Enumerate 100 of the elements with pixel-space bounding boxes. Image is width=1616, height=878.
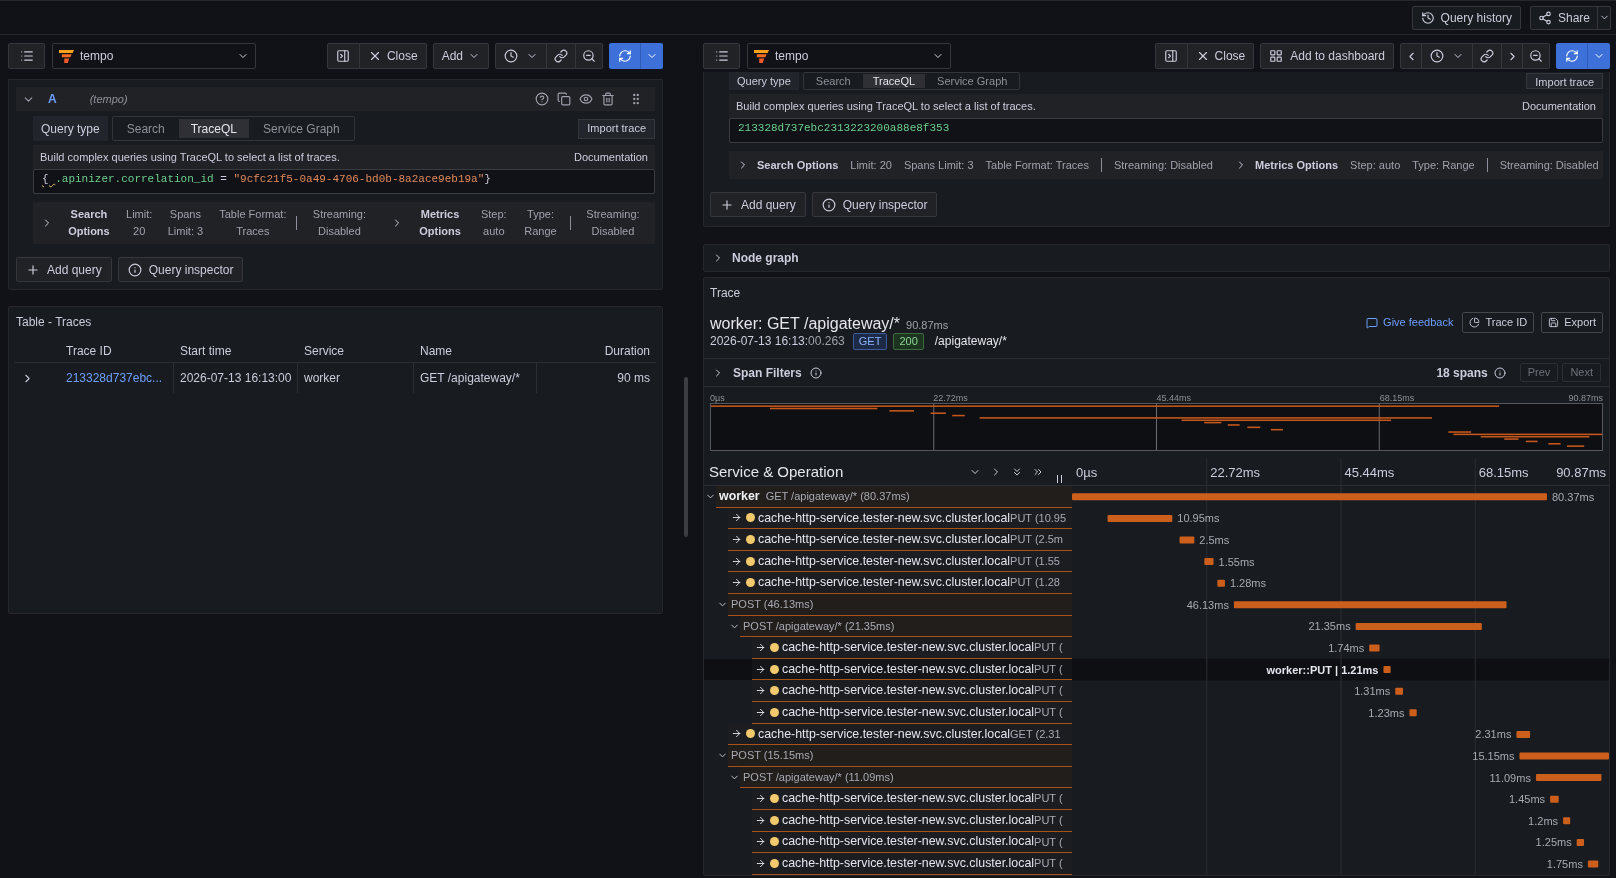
- span-name-cell[interactable]: cache-http-service.tester-new.svc.cluster.localPUT (1.55: [728, 550, 1072, 573]
- span-name-cell[interactable]: cache-http-service.tester-new.svc.cluster.localPUT (2.5m: [728, 529, 1072, 551]
- span-bar[interactable]: [1179, 536, 1195, 544]
- options-toggle[interactable]: Metrics Options: [411, 206, 469, 240]
- splitter-handle[interactable]: [683, 376, 688, 537]
- split-view-button[interactable]: [326, 43, 360, 69]
- span-bar[interactable]: [1217, 579, 1225, 587]
- span-bar[interactable]: [1563, 817, 1571, 825]
- span-name-cell[interactable]: cache-http-service.tester-new.svc.cluster.localPUT (1.28: [728, 572, 1072, 594]
- span-name-cell[interactable]: cache-http-service.tester-new.svc.cluster.localPUT (: [752, 831, 1072, 854]
- documentation-link[interactable]: Documentation: [1522, 97, 1596, 115]
- add-menu-button[interactable]: Add: [432, 43, 489, 69]
- double-chevron-down-icon[interactable]: [1011, 466, 1023, 478]
- column-header[interactable]: Duration: [537, 339, 656, 362]
- trash-icon[interactable]: [601, 92, 615, 106]
- zoom-out-button[interactable]: [575, 43, 603, 69]
- query-inspector-button[interactable]: Query inspector: [811, 192, 938, 217]
- query-type-tab[interactable]: Service Graph: [927, 74, 1018, 88]
- previous-button[interactable]: [1400, 43, 1422, 69]
- datasource-picker[interactable]: tempo: [52, 43, 256, 69]
- copy-icon[interactable]: [557, 92, 571, 106]
- run-options-button[interactable]: [1587, 43, 1610, 69]
- column-header[interactable]: Service: [298, 339, 414, 362]
- query-editor[interactable]: 213328d737ebc2313223200a88e8f353: [729, 118, 1603, 143]
- span-name-cell[interactable]: POST (46.13ms): [728, 593, 1072, 616]
- column-header[interactable]: Trace ID: [60, 339, 174, 362]
- span-bar[interactable]: [1409, 709, 1417, 717]
- eye-icon[interactable]: [579, 92, 593, 106]
- copy-link-button[interactable]: [1472, 43, 1502, 69]
- span-name-cell[interactable]: cache-http-service.tester-new.svc.cluster.localPUT (10.95: [728, 507, 1072, 530]
- close-button[interactable]: Close: [1186, 43, 1255, 69]
- give-feedback-link[interactable]: Give feedback: [1366, 314, 1454, 331]
- span-bar[interactable]: [1107, 514, 1173, 522]
- span-bar[interactable]: [1369, 644, 1380, 652]
- span-name-cell[interactable]: cache-http-service.tester-new.svc.cluster.localPUT (: [752, 788, 1072, 810]
- span-name-cell[interactable]: POST /apigateway/* (11.09ms): [740, 766, 1072, 789]
- time-picker-button[interactable]: [1421, 43, 1473, 69]
- span-bar[interactable]: [1516, 730, 1531, 738]
- menu-button[interactable]: [8, 43, 45, 69]
- span-bar[interactable]: [1355, 622, 1482, 630]
- span-name-cell[interactable]: POST (15.15ms): [728, 745, 1072, 767]
- time-picker-button[interactable]: [495, 43, 547, 69]
- import-trace-button[interactable]: Import trace: [578, 118, 655, 139]
- close-button[interactable]: Close: [358, 43, 427, 69]
- query-inspector-button[interactable]: Query inspector: [117, 257, 244, 282]
- import-trace-button[interactable]: Import trace: [1526, 73, 1603, 89]
- run-query-button[interactable]: [609, 43, 641, 69]
- documentation-link[interactable]: Documentation: [574, 148, 648, 166]
- menu-button[interactable]: [703, 43, 740, 69]
- datasource-picker[interactable]: tempo: [747, 43, 951, 69]
- span-bar[interactable]: [1204, 558, 1214, 566]
- options-toggle[interactable]: Metrics Options: [1254, 156, 1339, 174]
- export-button[interactable]: Export: [1541, 312, 1603, 333]
- add-query-button[interactable]: Add query: [16, 257, 112, 282]
- resize-handle-icon[interactable]: [1057, 475, 1062, 483]
- span-bar[interactable]: [1395, 687, 1403, 695]
- span-bar[interactable]: [1072, 493, 1547, 501]
- run-options-button[interactable]: [640, 43, 663, 69]
- span-bar[interactable]: [1587, 860, 1599, 868]
- panel-title[interactable]: Node graph: [732, 249, 799, 267]
- query-type-tab[interactable]: Service Graph: [251, 119, 352, 138]
- double-chevron-right-icon[interactable]: [1032, 466, 1044, 478]
- span-bar[interactable]: [1233, 601, 1507, 609]
- span-name-cell[interactable]: POST /apigateway/* (21.35ms): [740, 615, 1072, 638]
- span-name-cell[interactable]: cache-http-service.tester-new.svc.cluster.localPUT (: [752, 853, 1072, 875]
- span-name-cell[interactable]: cache-http-service.tester-new.svc.cluster.localPUT (: [752, 637, 1072, 659]
- add-query-button[interactable]: Add query: [710, 192, 806, 217]
- trace-id-button[interactable]: Trace ID: [1462, 312, 1535, 333]
- options-toggle[interactable]: Search Options: [61, 206, 117, 240]
- trace-id-link[interactable]: 213328d737ebc...: [60, 363, 174, 393]
- span-name-cell[interactable]: cache-http-service.tester-new.svc.cluster.localPUT (: [752, 809, 1072, 832]
- next-button[interactable]: [1501, 43, 1523, 69]
- copy-link-button[interactable]: [546, 43, 576, 69]
- query-type-tab[interactable]: TraceQL: [862, 74, 926, 88]
- span-bar[interactable]: [1535, 774, 1602, 782]
- span-name-cell[interactable]: worker GET /apigateway/* (80.37ms): [716, 486, 1072, 508]
- span-bar[interactable]: [1576, 838, 1585, 846]
- query-history-button[interactable]: Query history: [1411, 5, 1521, 30]
- column-header[interactable]: Start time: [174, 339, 298, 362]
- share-button[interactable]: Share: [1529, 5, 1598, 30]
- query-type-tab[interactable]: TraceQL: [178, 119, 249, 138]
- span-bar[interactable]: [1383, 666, 1391, 674]
- query-editor[interactable]: { .apinizer.correlation_id = "9cfc21f5-0a49-4706-bd0b-8a2ace9eb19a"}: [33, 169, 655, 194]
- options-toggle[interactable]: Search Options: [757, 156, 839, 174]
- span-name-cell[interactable]: cache-http-service.tester-new.svc.cluster.localPUT (: [752, 680, 1072, 702]
- zoom-out-button[interactable]: [1522, 43, 1550, 69]
- span-filters-toggle[interactable]: Span Filters: [733, 363, 802, 382]
- query-type-tab[interactable]: Search: [805, 74, 861, 88]
- trace-minimap[interactable]: [710, 403, 1603, 451]
- span-name-cell[interactable]: cache-http-service.tester-new.svc.cluster.localPUT (: [752, 658, 1072, 681]
- add-to-dashboard-button[interactable]: Add to dashboard: [1260, 43, 1394, 69]
- span-name-cell[interactable]: cache-http-service.tester-new.svc.cluster.localGET (2.31: [728, 723, 1072, 746]
- share-menu-button[interactable]: [1597, 5, 1611, 30]
- split-view-button[interactable]: [1154, 43, 1188, 69]
- help-icon[interactable]: [535, 92, 549, 106]
- span-name-cell[interactable]: cache-http-service.tester-new.svc.cluster.localPUT (: [752, 701, 1072, 724]
- span-bar[interactable]: [1550, 795, 1559, 803]
- column-header[interactable]: Name: [414, 339, 537, 362]
- query-type-tab[interactable]: Search: [114, 119, 177, 138]
- run-query-button[interactable]: [1556, 43, 1588, 69]
